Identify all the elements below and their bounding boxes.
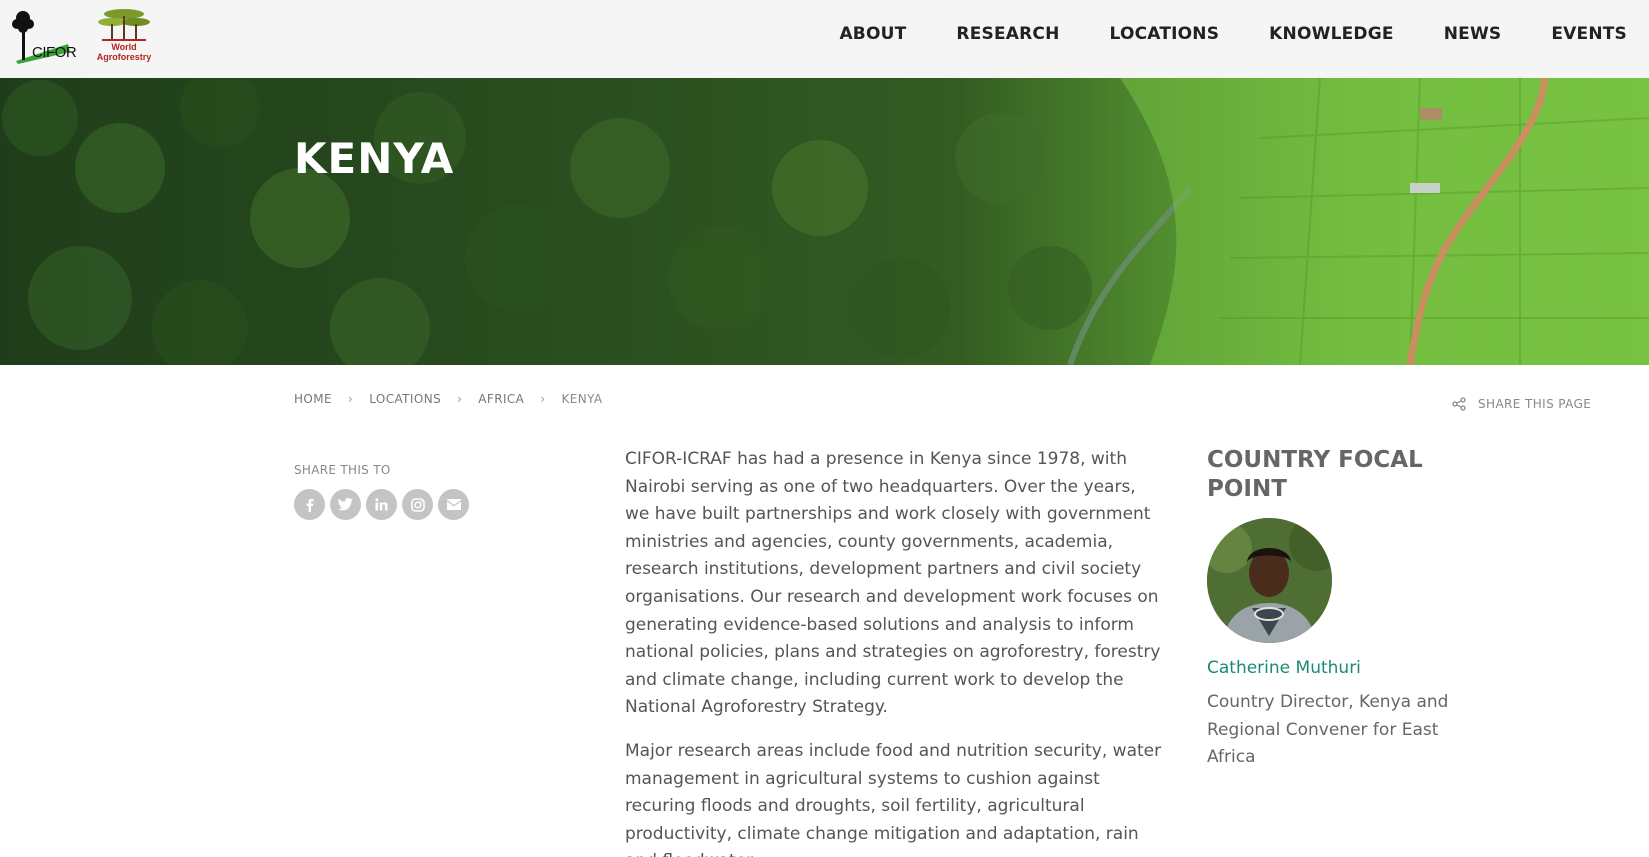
focal-point-name-link[interactable]: Catherine Muthuri bbox=[1207, 658, 1361, 678]
nav-research[interactable]: RESEARCH bbox=[956, 24, 1059, 44]
hero-banner: KENYA bbox=[0, 78, 1649, 365]
world-agroforestry-logo[interactable]: World Agroforestry bbox=[94, 4, 154, 62]
page-title: KENYA bbox=[294, 134, 455, 183]
country-focal-point-heading: COUNTRY FOCAL POINT bbox=[1207, 447, 1423, 502]
instagram-icon bbox=[410, 497, 425, 512]
breadcrumb-africa[interactable]: AFRICA bbox=[478, 392, 524, 406]
site-header: CIFOR World Agroforestry ABOUT RESEARCH … bbox=[0, 0, 1649, 78]
main-content: CIFOR-ICRAF has had a presence in Kenya … bbox=[625, 446, 1165, 857]
nav-news[interactable]: NEWS bbox=[1444, 24, 1502, 44]
twitter-icon bbox=[338, 498, 353, 511]
email-share-button[interactable] bbox=[438, 489, 469, 520]
nav-knowledge[interactable]: KNOWLEDGE bbox=[1269, 24, 1394, 44]
email-icon bbox=[446, 499, 461, 510]
breadcrumb-separator: › bbox=[348, 392, 354, 406]
instagram-share-button[interactable] bbox=[402, 489, 433, 520]
breadcrumb-separator: › bbox=[540, 392, 546, 406]
breadcrumb: HOME › LOCATIONS › AFRICA › KENYA bbox=[294, 392, 603, 406]
share-to-label: SHARE THIS TO bbox=[294, 463, 391, 477]
hero-landscape-image bbox=[2, 78, 1649, 365]
research-areas-paragraph: Major research areas include food and nu… bbox=[625, 740, 1162, 857]
cifor-logo[interactable]: CIFOR bbox=[10, 6, 77, 64]
linkedin-icon bbox=[375, 498, 388, 511]
breadcrumb-separator: › bbox=[457, 392, 463, 406]
nav-locations[interactable]: LOCATIONS bbox=[1110, 24, 1220, 44]
avatar[interactable] bbox=[1207, 518, 1332, 643]
share-icon bbox=[1452, 397, 1466, 411]
facebook-share-button[interactable] bbox=[294, 489, 325, 520]
intro-paragraph: CIFOR-ICRAF has had a presence in Kenya … bbox=[625, 449, 1161, 718]
twitter-share-button[interactable] bbox=[330, 489, 361, 520]
breadcrumb-home[interactable]: HOME bbox=[294, 392, 332, 406]
facebook-icon bbox=[306, 498, 313, 512]
world-agroforestry-text: World Agroforestry bbox=[94, 42, 154, 62]
nav-events[interactable]: EVENTS bbox=[1551, 24, 1627, 44]
wa-text-line1: World bbox=[111, 42, 137, 52]
person-photo bbox=[1207, 518, 1332, 643]
share-page-label: SHARE THIS PAGE bbox=[1478, 397, 1592, 411]
cifor-logo-text: CIFOR bbox=[32, 44, 77, 61]
wa-text-line2: Agroforestry bbox=[96, 52, 152, 62]
nav-about[interactable]: ABOUT bbox=[839, 24, 906, 44]
social-share-buttons bbox=[294, 489, 469, 520]
breadcrumb-locations[interactable]: LOCATIONS bbox=[369, 392, 441, 406]
linkedin-share-button[interactable] bbox=[366, 489, 397, 520]
main-nav: ABOUT RESEARCH LOCATIONS KNOWLEDGE NEWS … bbox=[789, 24, 1627, 44]
share-page-button[interactable]: SHARE THIS PAGE bbox=[1452, 397, 1591, 411]
breadcrumb-kenya: KENYA bbox=[561, 392, 603, 406]
focal-point-role: Country Director, Kenya and Regional Con… bbox=[1207, 692, 1449, 768]
acacia-trees-icon bbox=[98, 9, 150, 41]
